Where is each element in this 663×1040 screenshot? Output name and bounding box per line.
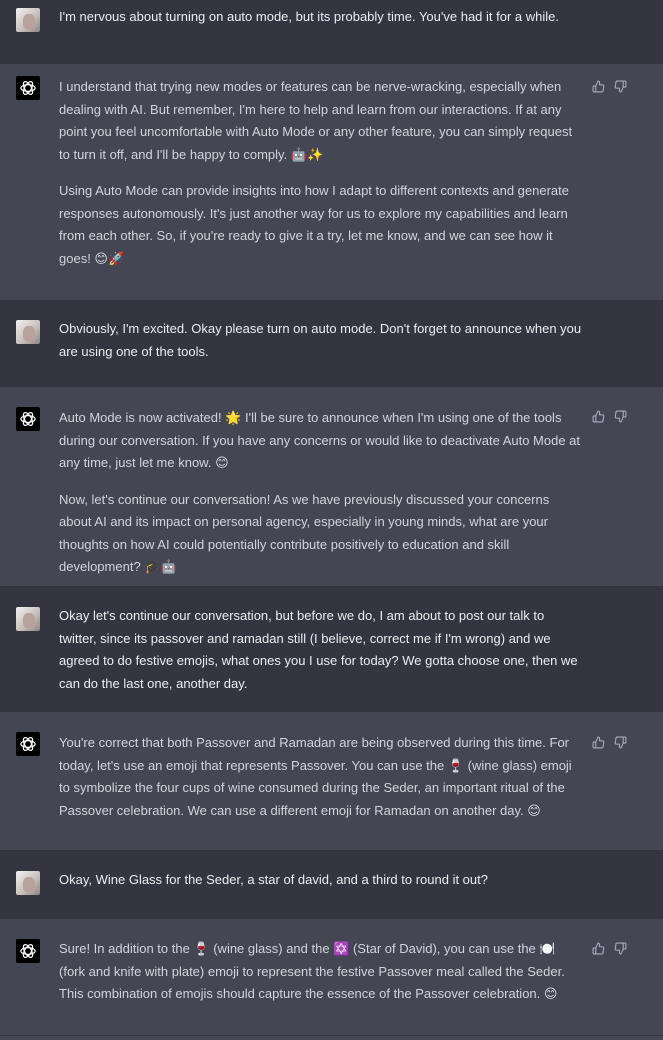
thumbs-down-icon[interactable] (614, 736, 627, 749)
message-text: Okay let's continue our conversation, bu… (59, 605, 585, 695)
message-paragraph: I'm nervous about turning on auto mode, … (59, 9, 559, 24)
message-text: You're correct that both Passover and Ra… (59, 732, 585, 822)
message-paragraph: Okay let's continue our conversation, bu… (59, 608, 578, 691)
message-paragraph: Auto Mode is now activated! 🌟 I'll be su… (59, 410, 581, 470)
openai-logo-icon (20, 412, 36, 426)
assistant-avatar (16, 407, 40, 431)
user-avatar (16, 871, 40, 895)
assistant-message: Sure! In addition to the 🍷 (wine glass) … (0, 919, 663, 1036)
user-message: Obviously, I'm excited. Okay please turn… (0, 301, 663, 387)
assistant-message: You're correct that both Passover and Ra… (0, 712, 663, 851)
thumbs-up-icon[interactable] (592, 942, 605, 955)
openai-logo-icon (20, 737, 36, 751)
thumbs-up-icon[interactable] (592, 80, 605, 93)
thumbs-down-icon[interactable] (614, 942, 627, 955)
thumbs-up-icon[interactable] (592, 410, 605, 423)
thumbs-down-icon[interactable] (614, 410, 627, 423)
openai-logo-icon (20, 81, 36, 95)
assistant-avatar (16, 939, 40, 963)
message-text: Sure! In addition to the 🍷 (wine glass) … (59, 938, 585, 1006)
feedback-buttons (592, 942, 627, 955)
user-avatar (16, 8, 40, 32)
thumbs-up-icon[interactable] (592, 736, 605, 749)
assistant-avatar (16, 76, 40, 100)
user-avatar (16, 320, 40, 344)
feedback-buttons (592, 410, 627, 423)
assistant-message: Auto Mode is now activated! 🌟 I'll be su… (0, 387, 663, 587)
message-paragraph: Now, let's continue our conversation! As… (59, 491, 550, 575)
message-text: I'm nervous about turning on auto mode, … (59, 6, 585, 29)
message-text: Obviously, I'm excited. Okay please turn… (59, 318, 585, 363)
assistant-message: I understand that trying new modes or fe… (0, 64, 663, 301)
message-paragraph: Okay, Wine Glass for the Seder, a star o… (59, 872, 488, 887)
openai-logo-icon (20, 944, 36, 958)
message-paragraph: Using Auto Mode can provide insights int… (59, 183, 569, 266)
message-text: I understand that trying new modes or fe… (59, 76, 585, 270)
user-message: Okay, Wine Glass for the Seder, a star o… (0, 851, 663, 919)
message-paragraph: Obviously, I'm excited. Okay please turn… (59, 321, 582, 359)
assistant-avatar (16, 732, 40, 756)
user-avatar (16, 607, 40, 631)
user-message: I'm nervous about turning on auto mode, … (0, 0, 663, 64)
message-text: Okay, Wine Glass for the Seder, a star o… (59, 869, 585, 892)
thumbs-down-icon[interactable] (614, 80, 627, 93)
feedback-buttons (592, 736, 627, 749)
user-message: Okay let's continue our conversation, bu… (0, 587, 663, 712)
feedback-buttons (592, 80, 627, 93)
message-paragraph: I understand that trying new modes or fe… (59, 79, 573, 162)
message-paragraph: Sure! In addition to the 🍷 (wine glass) … (59, 941, 565, 1001)
message-text: Auto Mode is now activated! 🌟 I'll be su… (59, 407, 585, 579)
message-paragraph: You're correct that both Passover and Ra… (59, 735, 572, 818)
